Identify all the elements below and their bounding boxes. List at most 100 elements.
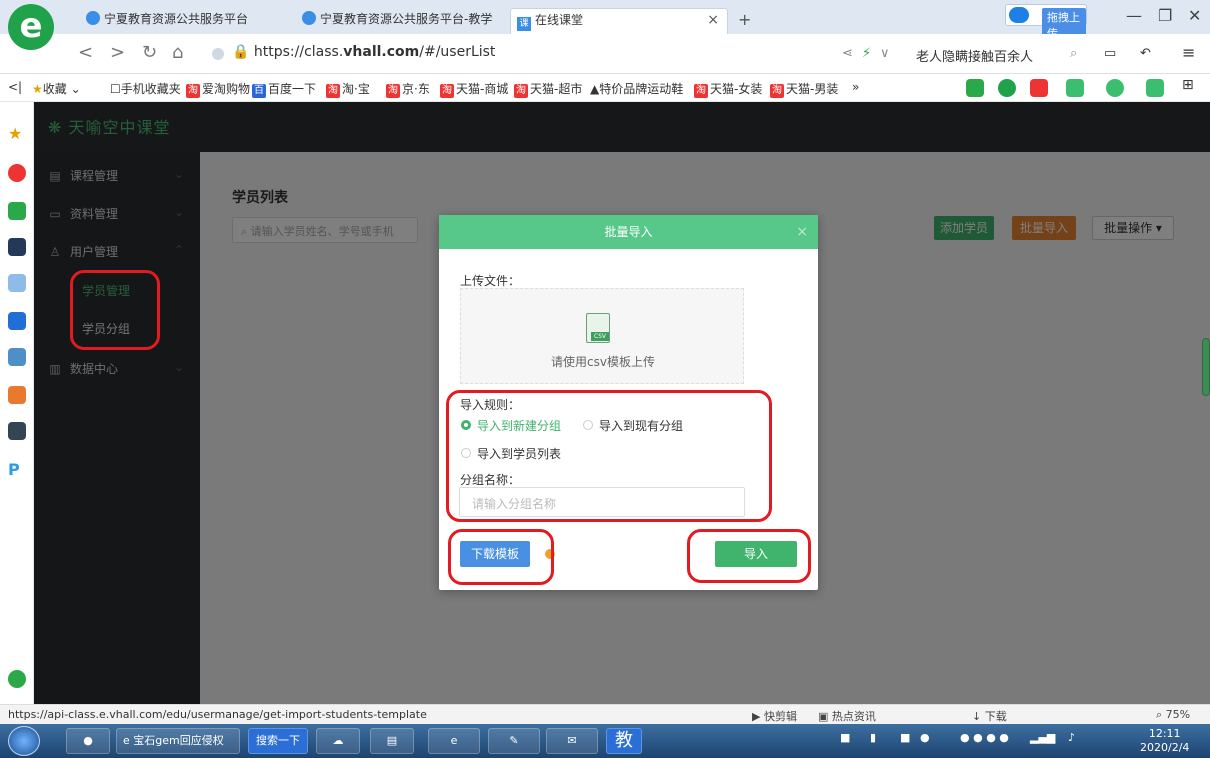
more-bookmarks-icon[interactable]: » [852,80,859,94]
apps-icon[interactable]: ⊞ [1182,77,1194,93]
status-url: https://api-class.e.vhall.com/edu/userma… [8,708,427,721]
forward-icon[interactable]: > [110,42,125,63]
screen-icon[interactable] [966,79,984,97]
network-icon[interactable]: ▂▄▆ [1030,731,1055,744]
bookmark-item[interactable]: ▲特价品牌运动鞋 [590,80,683,97]
bookmark-item[interactable]: 百百度一下 [252,80,316,98]
dropdown-icon[interactable]: ∨ [880,46,890,61]
file-explorer-icon[interactable]: ▤ [370,728,414,754]
close-tab-icon[interactable]: × [707,9,719,31]
extension-icon[interactable] [1066,79,1084,97]
chat-icon[interactable] [998,79,1016,97]
close-window-icon[interactable]: ✕ [1188,6,1201,25]
tray-icon[interactable]: ▮ [870,731,876,744]
download-icon: ↓ [972,710,985,723]
security-icon [212,48,224,60]
app360-icon[interactable]: ● [66,728,110,754]
csv-tag: CSV [591,332,609,341]
share-icon[interactable]: ⋖ [842,46,853,61]
tab-3-active[interactable]: 课在线课堂 × [510,8,728,34]
bookmark-item[interactable]: 淘爱淘购物 [186,80,250,98]
upload-hint: 请使用csv模板上传 [551,355,655,369]
ie-taskbar-icon[interactable]: e [428,728,480,754]
scissors-icon[interactable] [1030,79,1048,97]
paint-icon[interactable]: ✎ [488,728,540,754]
start-button-icon[interactable] [8,726,40,756]
download-button[interactable]: ↓ 下载 [972,708,1007,724]
drag-upload-chip[interactable]: 拖拽上传 [1005,4,1087,42]
volume-icon[interactable]: ♪ [1068,731,1075,744]
lock-icon: 🔒 [232,44,250,60]
minimize-icon[interactable]: — [1126,6,1142,25]
bookmarks-bar: <| ★收藏 ⌄ ☐手机收藏夹 淘爱淘购物 百百度一下 淘淘·宝 淘京·东 淘天… [0,74,1210,102]
bookmark-item[interactable]: 淘淘·宝 [326,80,370,98]
bookmark-label: 特价品牌运动鞋 [599,82,684,96]
bookmark-label: 天猫-超市 [530,82,583,96]
windows-taskbar: ● e 宝石gem回应侵权 搜索一下 ☁ ▤ e ✎ ✉ 教 ■ ▮ ■ ● ●… [0,724,1210,758]
game-icon[interactable] [1146,79,1164,97]
zoom-level[interactable]: ⌕ 75% [1156,708,1190,722]
tab-2[interactable]: 宁夏教育资源公共服务平台-教学 [296,8,496,34]
maximize-icon[interactable]: ❐ [1158,6,1172,25]
game-app-icon[interactable] [8,348,26,366]
browser-tab-bar: 宁夏教育资源公共服务平台 宁夏教育资源公共服务平台-教学 课在线课堂 × + 拖… [0,0,1210,42]
close-icon[interactable]: × [796,215,808,249]
quick-clip-button[interactable]: ▶ 快剪辑 [752,708,797,724]
bookmark-item[interactable]: 淘天猫-商城 [440,80,508,98]
weibo-icon[interactable] [8,164,26,182]
note-icon[interactable] [8,274,26,292]
bookmark-item[interactable]: 淘天猫-超市 [514,80,582,98]
edu-app-icon[interactable]: 教 [606,728,642,754]
add-app-icon[interactable] [8,670,26,688]
wechat-icon[interactable]: ✉ [546,728,598,754]
tray-icon[interactable]: ● ● ● ● [960,731,1009,744]
taskbar-clock[interactable]: 12:11 2020/2/4 [1140,727,1189,755]
upload-label: 上传文件： [460,274,521,288]
star-icon: ★ [32,82,43,96]
favorites-icon[interactable]: ★ [8,124,26,143]
url-field[interactable]: 🔒 https://class.vhall.com/#/userList [232,44,495,60]
bookmark-label: 天猫-商城 [456,82,509,96]
browser-sidebar: ★ P [0,102,34,706]
taobao-icon: 淘 [186,84,200,98]
scrollbar-handle[interactable] [1202,338,1210,396]
taskbar-item-browser[interactable]: e 宝石gem回应侵权 [116,728,240,754]
bookmark-item[interactable]: 淘天猫-女装 [694,80,762,98]
news-headline[interactable]: 老人隐瞒接触百余人 [916,46,1033,65]
game3-app-icon[interactable] [8,422,26,440]
clock-time: 12:11 [1148,727,1181,740]
taskbar-search-button[interactable]: 搜索一下 [248,728,308,754]
mail-icon[interactable] [8,202,26,220]
bookmark-item[interactable]: 淘京·东 [386,80,430,98]
tray-icon[interactable]: ■ [840,731,850,744]
refresh-icon[interactable]: ↻ [142,42,157,63]
zoom-icon: ⌕ [1156,708,1166,721]
phone-icon: ☐ [110,82,121,96]
money-icon[interactable] [1106,79,1124,97]
menu-icon[interactable]: ≡ [1182,43,1195,62]
search-icon[interactable]: ⌕ [1070,46,1077,61]
bookmark-item[interactable]: ★收藏 ⌄ [32,80,81,97]
hot-news-button[interactable]: ▣ 热点资讯 [818,708,876,724]
collapse-icon[interactable]: <| [8,80,22,94]
p-app-icon[interactable]: P [8,460,26,479]
tab-1[interactable]: 宁夏教育资源公共服务平台 [80,8,280,34]
home-icon[interactable]: ⌂ [172,42,183,63]
taobao-icon: 淘 [514,84,528,98]
tray-icon[interactable]: ● [920,731,930,744]
undo-icon[interactable]: ↶ [1140,46,1151,61]
baidu-netdisk-icon[interactable]: ☁ [316,728,360,754]
bookmark-item[interactable]: 淘天猫-男装 [770,80,838,98]
new-tab-button[interactable]: + [738,10,751,29]
flash-icon[interactable]: ⚡ [862,46,871,61]
zoom-value: 75% [1165,708,1191,721]
cloud-icon [1009,7,1029,23]
bookmark-item[interactable]: ☐手机收藏夹 [110,80,181,97]
battery-icon[interactable]: ▭ [1104,46,1116,61]
tray-icon[interactable]: ■ [900,731,910,744]
news-icon[interactable] [8,238,26,256]
chat-bubble-icon[interactable] [8,312,26,330]
back-icon[interactable]: < [78,42,93,63]
game2-app-icon[interactable] [8,386,26,404]
file-upload-dropzone[interactable]: CSV 请使用csv模板上传 [460,288,744,384]
